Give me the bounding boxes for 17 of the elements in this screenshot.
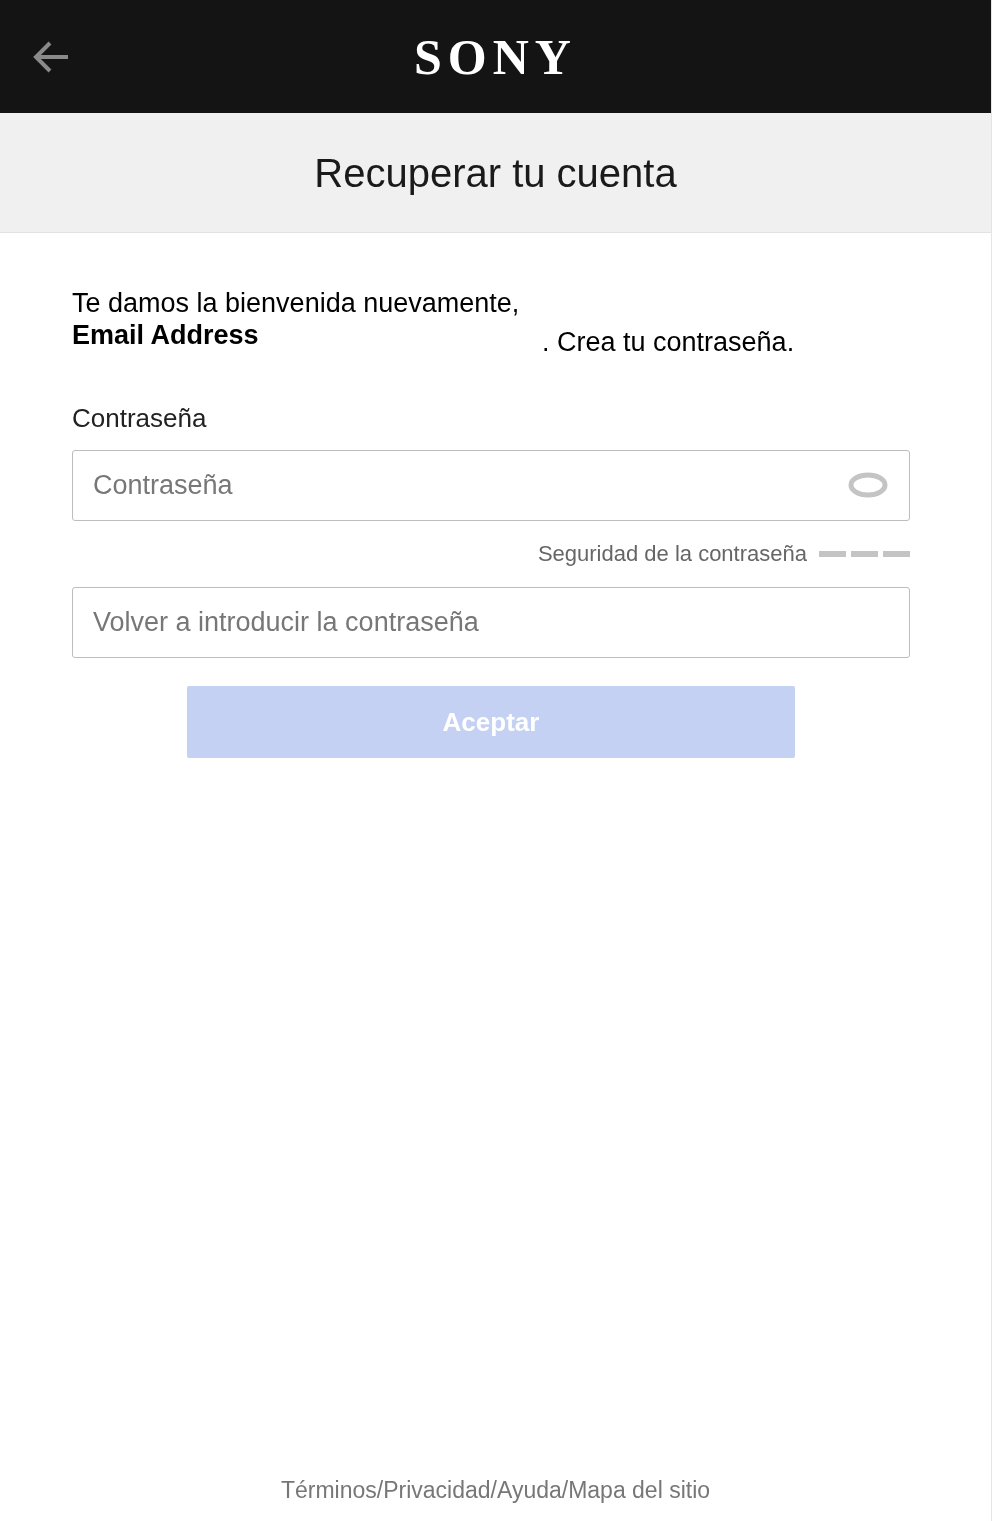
footer-link[interactable]: Ayuda	[496, 1472, 562, 1507]
page-title: Recuperar tu cuenta	[314, 149, 677, 197]
password-label: Contraseña	[72, 402, 208, 434]
welcome-text: Te damos la bienvenida nuevamente,	[72, 287, 521, 319]
back-arrow-icon	[32, 40, 70, 74]
link-separator: /	[376, 1475, 384, 1505]
confirm-password-field[interactable]: Volver a introducir la contraseña	[72, 587, 910, 658]
sony-logo: SONY	[414, 31, 577, 82]
instruction-text: . Crea tu contraseña.	[542, 326, 795, 358]
footer-link[interactable]: Mapa del sitio	[568, 1472, 711, 1507]
footer-link[interactable]: Privacidad	[383, 1472, 491, 1507]
link-separator: /	[490, 1475, 497, 1505]
footer-link[interactable]: Términos	[280, 1472, 377, 1507]
link-separator: /	[561, 1475, 569, 1505]
email-address: Email Address	[72, 319, 260, 351]
strength-label: Seguridad de la contraseña	[537, 540, 807, 568]
password-field[interactable]: Contraseña	[72, 450, 910, 521]
